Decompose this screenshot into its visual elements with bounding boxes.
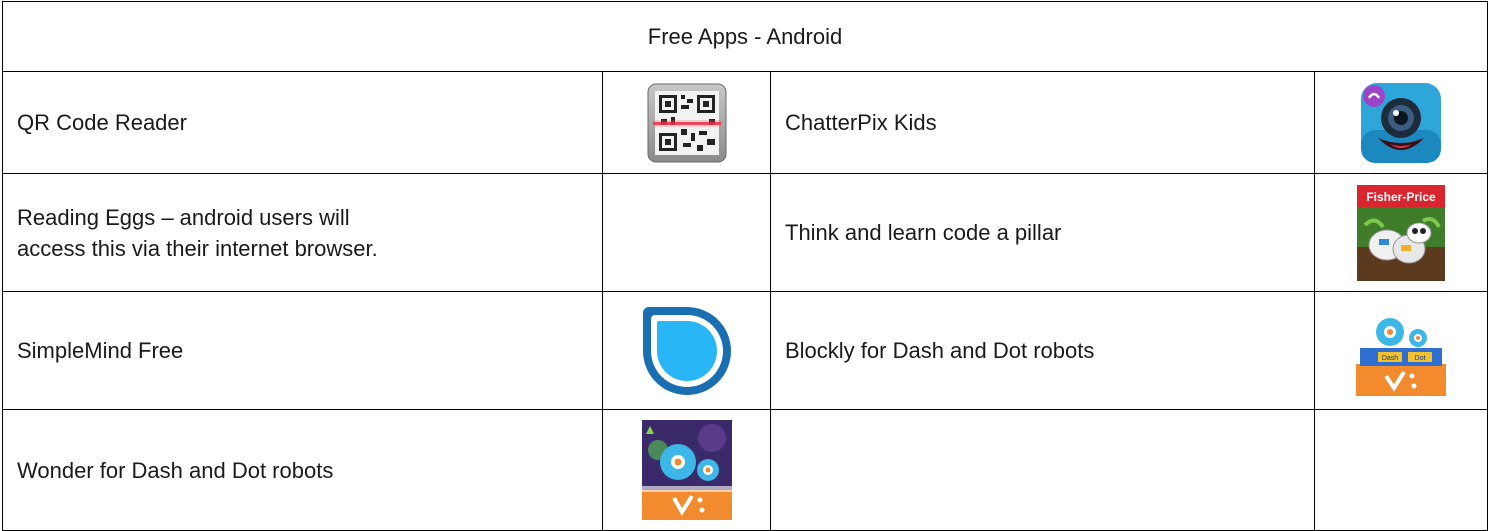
app-name-line: Reading Eggs – android users will	[17, 204, 350, 230]
app-icon-cell: Fisher-Price	[1313, 173, 1489, 292]
app-name-qr-code-reader: QR Code Reader	[2, 71, 603, 174]
table-row: Reading Eggs – android users will access…	[2, 173, 1489, 292]
app-icon-cell: Dash Dot	[1313, 291, 1489, 410]
app-icon-cell	[1313, 71, 1489, 174]
app-name-line: access this via their internet browser.	[17, 235, 378, 261]
table-header-row: Free Apps - Android	[1, 1, 1489, 72]
empty-cell	[770, 409, 1315, 531]
wonder-icon	[641, 420, 732, 520]
app-name-simplemind-free: SimpleMind Free	[2, 291, 603, 410]
table-row: Wonder for Dash and Dot robots	[2, 409, 1489, 531]
app-name-wonder: Wonder for Dash and Dot robots	[2, 409, 603, 531]
free-apps-table: Free Apps - Android QR Code Reader Chatt…	[1, 1, 1489, 531]
app-name-reading-eggs: Reading Eggs – android users will access…	[2, 173, 603, 292]
chatterpix-icon	[1360, 82, 1442, 164]
simplemind-icon	[639, 303, 735, 399]
qr-code-icon	[647, 83, 727, 163]
app-icon-cell	[602, 291, 771, 410]
app-icon-cell	[602, 71, 771, 174]
app-name-code-a-pillar: Think and learn code a pillar	[770, 173, 1315, 292]
table-row: SimpleMind Free Blockly for Dash and Dot…	[2, 291, 1489, 410]
app-icon-cell	[602, 409, 771, 531]
app-icon-cell-empty	[602, 173, 771, 292]
code-a-pillar-icon: Fisher-Price	[1357, 184, 1445, 281]
dash-badge-text: Dash	[1382, 355, 1398, 362]
blockly-icon: Dash Dot	[1356, 305, 1446, 396]
app-name-chatterpix-kids: ChatterPix Kids	[770, 71, 1315, 174]
app-icon-cell-empty	[1313, 409, 1489, 531]
table-row: QR Code Reader ChatterPix Kids	[2, 71, 1489, 174]
table-title: Free Apps - Android	[1, 1, 1489, 72]
app-name-blockly: Blockly for Dash and Dot robots	[770, 291, 1315, 410]
fisher-price-logo-text: Fisher-Price	[1366, 190, 1436, 204]
dot-badge-text: Dot	[1415, 355, 1426, 362]
